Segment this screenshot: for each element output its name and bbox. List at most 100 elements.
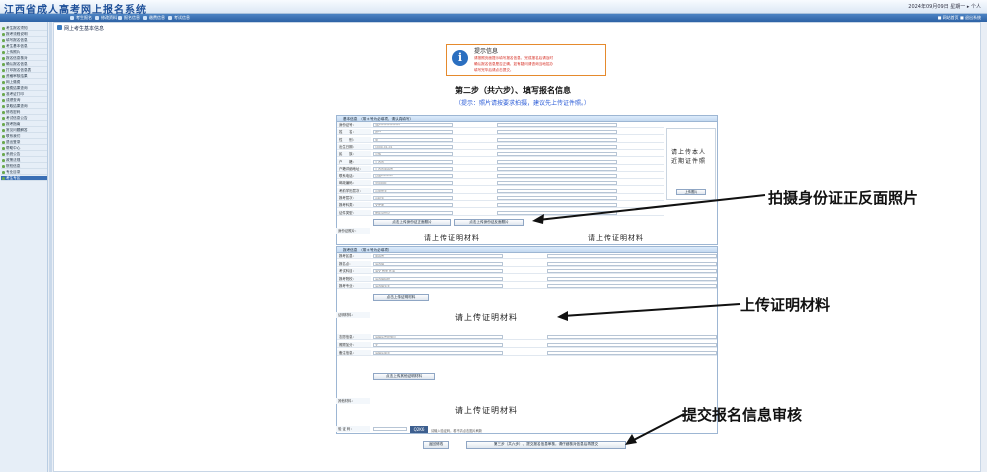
captcha-tip: 请输入验证码，看不清点击图片刷新	[431, 429, 482, 433]
nav-right-links[interactable]: ■ 网站首页 ■ 退出系统	[938, 15, 981, 21]
captcha-input[interactable]	[373, 427, 407, 431]
form-row: 报考区县： 南昌市	[337, 253, 717, 259]
step-title: 第二步（共六步）、填写报名信息	[455, 86, 571, 95]
callout-proof: 上传证明材料	[740, 296, 831, 314]
field-input[interactable]: 语文 数学 外语	[373, 269, 503, 273]
field-input[interactable]: 文史类	[373, 203, 453, 208]
field-input[interactable]: 高起专	[373, 196, 453, 200]
upload-id-front-button[interactable]: 点击上传身份证正面照片	[373, 219, 451, 226]
submit-button[interactable]: 第三步（共六步）、提交报名信息审核，请仔细核对信息后再提交	[466, 441, 626, 449]
upload-proof-button[interactable]: 点击上传证明材料	[373, 294, 429, 301]
field-input-secondary[interactable]	[497, 130, 617, 135]
field-input[interactable]: 请填写备注	[373, 351, 503, 355]
form-row: 备注信息： 请填写备注	[337, 350, 717, 356]
sidebar-item[interactable]: 打印报名信息表	[1, 68, 47, 74]
field-label: 姓 名：	[337, 129, 371, 135]
form-row: 考试科目： 语文 数学 外语	[337, 268, 717, 274]
field-input-secondary[interactable]	[547, 261, 717, 266]
field-input-secondary[interactable]	[547, 269, 717, 273]
upload-id-back-button[interactable]: 点击上传身份证反面照片	[454, 219, 524, 226]
sidebar-item[interactable]: 考试信息公告	[1, 116, 47, 122]
sidebar-item[interactable]: 院校信息	[1, 164, 47, 170]
top-right-info[interactable]: 2024年09月09日 星期一 ▸ 个人	[908, 3, 981, 10]
sidebar-item[interactable]: 政策法规	[1, 158, 47, 164]
field-input[interactable]: 36**************	[373, 123, 453, 127]
sidebar-item[interactable]: 帮助中心	[1, 146, 47, 152]
field-input-secondary[interactable]	[497, 159, 617, 164]
field-label: 报考院校：	[337, 275, 371, 281]
field-input-secondary[interactable]	[497, 137, 617, 142]
field-label: 报考层次：	[337, 195, 371, 200]
sidebar-item[interactable]: 退出登录	[1, 140, 47, 146]
other-proof-placeholder: 请上传证明材料	[455, 406, 518, 415]
field-input[interactable]: 请填写志愿信息	[373, 335, 503, 339]
field-input[interactable]: 请选择院校	[373, 276, 503, 281]
field-input-secondary[interactable]	[547, 335, 717, 339]
nav-item-edit[interactable]: 修改资料	[95, 15, 117, 21]
apply-info-section: 报考信息 （带＊号为必填项）	[336, 246, 718, 434]
form-row: 户籍详细地址： 江西省南昌市	[337, 165, 664, 172]
field-label: 身份证照片：	[336, 228, 370, 234]
sidebar-item[interactable]: 考生报名须知	[1, 26, 47, 32]
nav-item-info[interactable]: 报名信息	[118, 15, 140, 21]
top-bar	[0, 0, 987, 14]
field-label: 志愿信息：	[337, 334, 371, 339]
field-input-secondary[interactable]	[547, 284, 717, 288]
field-input[interactable]: 1999-01-01	[373, 144, 453, 149]
field-input-secondary[interactable]	[497, 144, 617, 149]
sidebar-item[interactable]: 报考流程说明	[1, 32, 47, 38]
sidebar-item[interactable]: 确认报名信息	[1, 62, 47, 68]
sidebar-item[interactable]: 修改密码	[1, 110, 47, 116]
sidebar-item[interactable]: 常见问题解答	[1, 128, 47, 134]
form-row: 出生日期： 1999-01-01	[337, 143, 664, 150]
sidebar-item[interactable]: 专业目录	[1, 170, 47, 176]
sidebar-item-active[interactable]: 考生专区	[1, 176, 47, 182]
field-input[interactable]: 江西省南昌市	[373, 166, 453, 171]
field-input[interactable]: 居民身份证	[373, 210, 453, 215]
field-input[interactable]: 330000	[373, 181, 453, 186]
sidebar-item[interactable]: 考生基本信息	[1, 44, 47, 50]
sidebar-item[interactable]: 报名信息核对	[1, 56, 47, 62]
field-input-secondary[interactable]	[547, 276, 717, 281]
sidebar-item[interactable]: 资格审核结果	[1, 74, 47, 80]
nav-item-exam[interactable]: 考试信息	[168, 15, 190, 21]
field-input[interactable]: 南昌市	[373, 254, 503, 258]
info-icon: i	[452, 50, 468, 66]
field-input-secondary[interactable]	[547, 351, 717, 355]
field-input-secondary[interactable]	[547, 343, 717, 347]
field-input[interactable]: 无	[373, 343, 503, 347]
sidebar-item[interactable]: 填写报名信息	[1, 38, 47, 44]
captcha-image[interactable]: Q2K6	[410, 426, 428, 433]
sidebar-item[interactable]: 系统公告	[1, 152, 47, 158]
sidebar-item[interactable]: 录取结果查询	[1, 104, 47, 110]
sidebar-item[interactable]: 成绩查询	[1, 98, 47, 104]
field-input[interactable]: 138********	[373, 174, 453, 179]
field-input[interactable]: 高中毕业	[373, 188, 453, 193]
callout-arrow-proof	[557, 303, 741, 321]
sidebar-item[interactable]: 缴费结果查询	[1, 86, 47, 92]
nav-item-register[interactable]: 考生报名	[70, 15, 92, 21]
field-input-secondary[interactable]	[547, 254, 717, 258]
field-input[interactable]: 汉族	[373, 152, 453, 157]
field-input-secondary[interactable]	[497, 152, 617, 157]
back-button[interactable]: 返回修改	[423, 441, 449, 449]
field-input[interactable]: 男	[373, 137, 453, 142]
nav-item-pay[interactable]: 缴费信息	[143, 15, 165, 21]
sidebar-collapse-handle[interactable]	[49, 22, 52, 472]
sidebar-item[interactable]: 网上缴费	[1, 80, 47, 86]
sidebar-item[interactable]: 报考指南	[1, 122, 47, 128]
upload-other-button[interactable]: 点击上传其他证明材料	[373, 373, 435, 380]
field-input-secondary[interactable]	[497, 166, 617, 171]
field-input-secondary[interactable]	[497, 174, 617, 179]
field-label: 备注信息：	[337, 350, 371, 355]
field-input[interactable]: 张**	[373, 130, 453, 135]
field-input[interactable]: 请选择	[373, 261, 503, 266]
field-input[interactable]: 江西省	[373, 159, 453, 164]
sidebar-item[interactable]: 准考证打印	[1, 92, 47, 98]
form-row: 性 别：男	[337, 136, 664, 143]
field-input[interactable]: 请选择专业	[373, 284, 503, 288]
sidebar-item[interactable]: 上传照片	[1, 50, 47, 56]
notice-title: 提示信息	[474, 48, 499, 55]
field-input-secondary[interactable]	[497, 123, 617, 127]
sidebar-item[interactable]: 联系我们	[1, 134, 47, 140]
